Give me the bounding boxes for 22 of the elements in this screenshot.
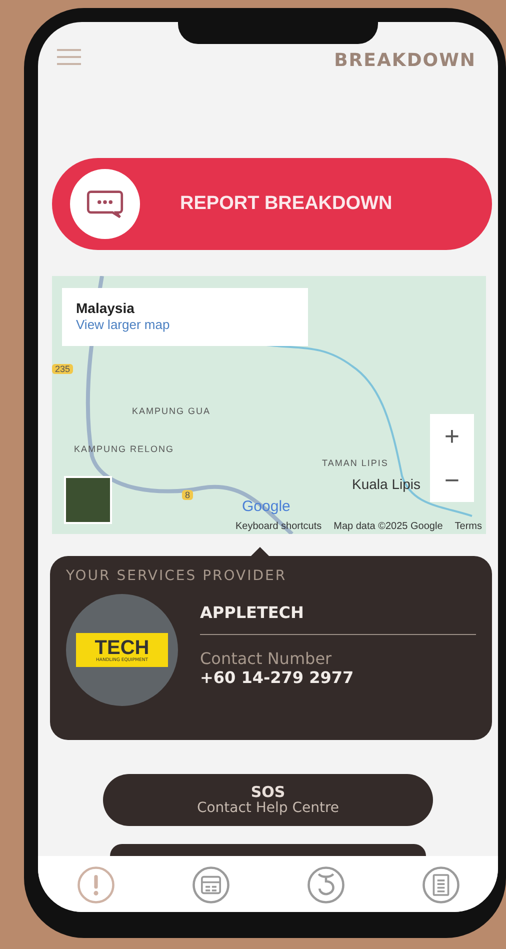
- place-label: Kuala Lipis: [352, 476, 420, 492]
- menu-icon[interactable]: [56, 48, 82, 66]
- provider-heading: YOUR SERVICES PROVIDER: [66, 568, 288, 584]
- place-label: TAMAN LIPIS: [322, 458, 388, 468]
- road-number: 235: [52, 364, 74, 374]
- contact-number: +60 14-279 2977: [200, 668, 355, 687]
- provider-name: APPLETECH: [200, 603, 305, 622]
- map-footer-link[interactable]: Keyboard shortcuts: [235, 521, 322, 532]
- logo-text: TECH: [94, 638, 150, 658]
- map-logo: Google: [242, 498, 290, 515]
- view-larger-map-link[interactable]: View larger map: [76, 317, 170, 332]
- sos-button[interactable]: SOS Contact Help Centre: [103, 774, 433, 826]
- satellite-thumbnail[interactable]: [64, 476, 112, 524]
- road-number: 8: [182, 490, 194, 500]
- place-name: Malaysia: [76, 300, 136, 316]
- map-footer-link[interactable]: Map data ©2025 Google: [334, 521, 443, 532]
- contact-label: Contact Number: [200, 649, 333, 668]
- page-title: BREAKDOWN: [334, 50, 476, 70]
- place-label: KAMPUNG RELONG: [74, 444, 174, 454]
- place-label: KAMPUNG GUA: [132, 406, 211, 416]
- report-breakdown-button[interactable]: REPORT BREAKDOWN: [52, 158, 492, 250]
- map-footer-link[interactable]: Terms: [454, 521, 482, 532]
